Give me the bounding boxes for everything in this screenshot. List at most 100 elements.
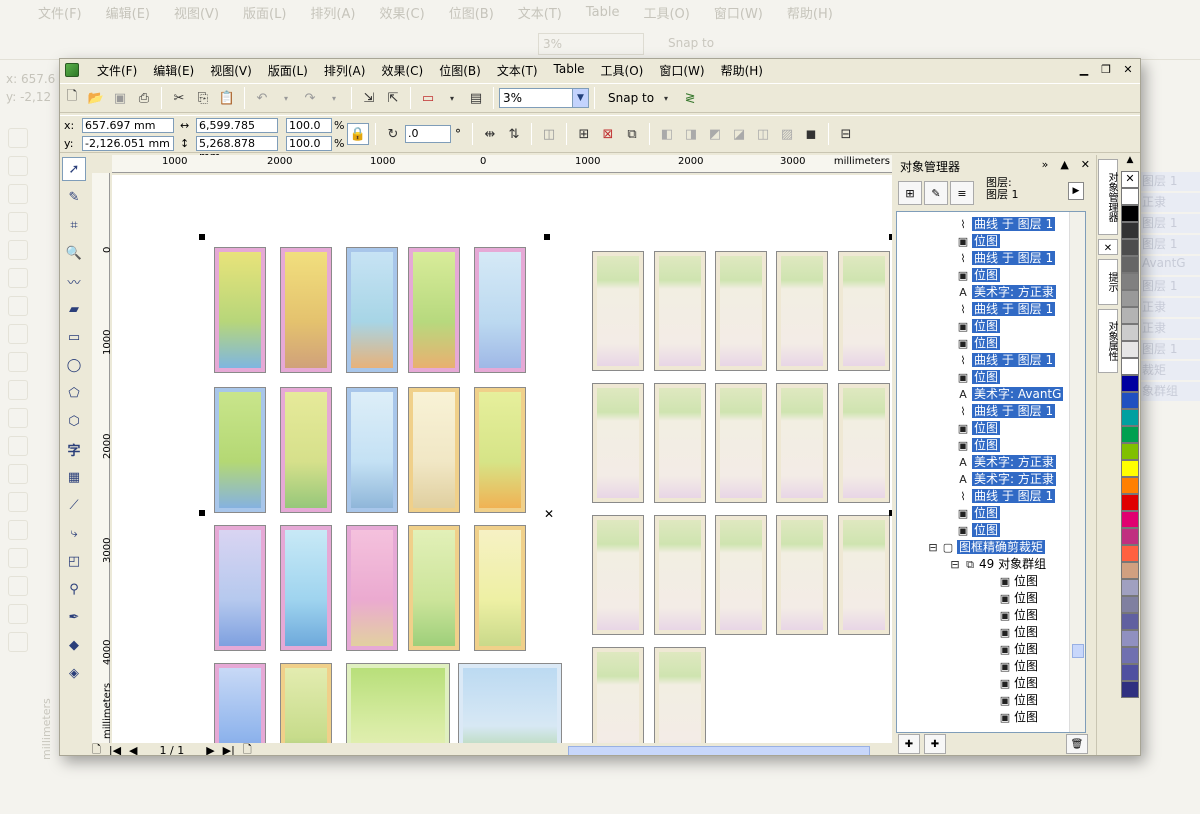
- banner-panel[interactable]: [776, 383, 828, 503]
- basic-shapes-icon[interactable]: ⬡: [62, 409, 86, 433]
- front-minus-back-icon[interactable]: ◫: [752, 123, 774, 145]
- expand-icon[interactable]: »: [1042, 158, 1049, 171]
- object-tree-row[interactable]: ▣ 位图: [999, 624, 1038, 641]
- banner-panel[interactable]: [776, 251, 828, 371]
- first-page-icon[interactable]: |◀: [109, 744, 121, 756]
- selection-handle[interactable]: [889, 234, 892, 240]
- ungroup-all-icon[interactable]: ⊠: [597, 123, 619, 145]
- palette-scroll-up-icon[interactable]: ▲: [1120, 155, 1140, 171]
- eyedropper-icon[interactable]: ⚲: [62, 577, 86, 601]
- object-tree-row[interactable]: ▣ 位图: [999, 573, 1038, 590]
- object-tree-row[interactable]: ▣ 位图: [957, 267, 1001, 284]
- selection-handle[interactable]: [199, 234, 205, 240]
- no-fill-swatch[interactable]: ✕: [1121, 171, 1139, 188]
- tab-object-manager[interactable]: 对象管理器: [1098, 159, 1118, 235]
- outline-tool-icon[interactable]: ✒: [62, 605, 86, 629]
- edit-across-layers-icon[interactable]: ✎: [924, 181, 948, 205]
- object-tree-row[interactable]: ▣ 位图: [999, 692, 1038, 709]
- object-tree-row[interactable]: A 美术字: 方正隶: [957, 471, 1056, 488]
- chevron-down-icon[interactable]: ▼: [572, 89, 588, 107]
- color-swatch[interactable]: [1121, 409, 1139, 426]
- object-tree-row[interactable]: ▣ 位图: [999, 607, 1038, 624]
- banner-panel[interactable]: [838, 383, 890, 503]
- artwork-panel[interactable]: [346, 663, 450, 743]
- banner-panel[interactable]: [654, 647, 706, 743]
- polygon-tool-icon[interactable]: ⬠: [62, 381, 86, 405]
- intersect-icon[interactable]: ◩: [704, 123, 726, 145]
- banner-panel[interactable]: [776, 515, 828, 635]
- object-tree-row[interactable]: ▣ 位图: [957, 233, 1001, 250]
- menu-item-10[interactable]: 窗口(W): [651, 62, 712, 79]
- snap-dropdown-icon[interactable]: ▾: [655, 87, 677, 109]
- artwork-panel[interactable]: [214, 525, 266, 651]
- artwork-panel[interactable]: [346, 387, 398, 513]
- open-icon[interactable]: 📂: [85, 87, 107, 109]
- minimize-icon[interactable]: ▁: [1076, 62, 1092, 77]
- banner-panel[interactable]: [592, 515, 644, 635]
- artwork-panel[interactable]: [280, 525, 332, 651]
- new-layer-icon[interactable]: ✚: [898, 734, 920, 754]
- object-tree-row[interactable]: ▣ 位图: [999, 675, 1038, 692]
- weld-icon[interactable]: ◧: [656, 123, 678, 145]
- menu-item-11[interactable]: 帮助(H): [713, 62, 771, 79]
- page-add-icon[interactable]: 🗋: [92, 741, 101, 756]
- last-page-icon[interactable]: ▶|: [223, 744, 235, 756]
- banner-panel[interactable]: [592, 251, 644, 371]
- object-tree-row[interactable]: ▣ 位图: [957, 522, 1001, 539]
- collapse-icon[interactable]: ▲: [1060, 158, 1068, 171]
- object-tree-row[interactable]: ▣ 位图: [999, 658, 1038, 675]
- object-tree-row[interactable]: ⌇ 曲线 于 图层 1: [957, 301, 1056, 318]
- menu-item-0[interactable]: 文件(F): [89, 62, 145, 79]
- restore-icon[interactable]: ❐: [1098, 62, 1114, 77]
- selection-handle[interactable]: [889, 510, 892, 516]
- cut-icon[interactable]: ✂: [168, 87, 190, 109]
- banner-panel[interactable]: [592, 383, 644, 503]
- artwork-panel[interactable]: [458, 663, 562, 743]
- color-swatch[interactable]: [1121, 239, 1139, 256]
- undo-dropdown-icon[interactable]: ▾: [275, 87, 297, 109]
- import-icon[interactable]: ⇲: [358, 87, 380, 109]
- selection-handle[interactable]: [199, 510, 205, 516]
- height-input[interactable]: 5,268.878 mm: [196, 135, 278, 163]
- artwork-panel[interactable]: [346, 247, 398, 373]
- object-tree-row[interactable]: ▣ 位图: [957, 420, 1001, 437]
- menu-item-6[interactable]: 位图(B): [431, 62, 489, 79]
- rotation-input[interactable]: .0: [405, 125, 451, 143]
- vertical-ruler[interactable]: 0 1000 2000 3000 4000 millimeters: [92, 173, 113, 743]
- close-icon[interactable]: ✕: [1098, 239, 1118, 255]
- color-swatch[interactable]: [1121, 630, 1139, 647]
- banner-panel[interactable]: [715, 251, 767, 371]
- new-document-icon[interactable]: 🗋: [61, 87, 83, 109]
- color-swatch[interactable]: [1121, 681, 1139, 698]
- interactive-blend-icon[interactable]: ◰: [62, 549, 86, 573]
- scale-y-input[interactable]: 100.0: [286, 135, 332, 151]
- object-tree-row[interactable]: ⌇ 曲线 于 图层 1: [957, 216, 1056, 233]
- banner-panel[interactable]: [838, 515, 890, 635]
- color-swatch[interactable]: [1121, 358, 1139, 375]
- launcher-dropdown-icon[interactable]: ▾: [441, 87, 463, 109]
- object-tree-row[interactable]: A 美术字: 方正隶: [957, 284, 1056, 301]
- color-swatch[interactable]: [1121, 392, 1139, 409]
- artwork-panel[interactable]: [280, 663, 332, 743]
- color-swatch[interactable]: [1121, 188, 1139, 205]
- color-swatch[interactable]: [1121, 324, 1139, 341]
- ellipse-tool-icon[interactable]: ◯: [62, 353, 86, 377]
- mirror-vertical-icon[interactable]: ⇅: [503, 123, 525, 145]
- object-tree-row[interactable]: ▣ 位图: [957, 335, 1001, 352]
- dimension-tool-icon[interactable]: ⟋: [62, 493, 86, 517]
- object-tree-row[interactable]: ⌇ 曲线 于 图层 1: [957, 488, 1056, 505]
- menu-item-7[interactable]: 文本(T): [489, 62, 546, 79]
- artwork-panel[interactable]: [474, 525, 526, 651]
- welcome-screen-icon[interactable]: ▤: [465, 87, 487, 109]
- selection-handle[interactable]: [544, 234, 550, 240]
- banner-panel[interactable]: [715, 383, 767, 503]
- object-tree-row[interactable]: ⌇ 曲线 于 图层 1: [957, 250, 1056, 267]
- artwork-panel[interactable]: [214, 663, 266, 743]
- mirror-horizontal-icon[interactable]: ⇹: [479, 123, 501, 145]
- banner-panel[interactable]: [592, 647, 644, 743]
- next-page-icon[interactable]: ▶: [206, 744, 214, 756]
- color-swatch[interactable]: [1121, 290, 1139, 307]
- object-tree-scrollbar[interactable]: [1069, 212, 1085, 732]
- redo-icon[interactable]: ↷: [299, 87, 321, 109]
- color-swatch[interactable]: [1121, 222, 1139, 239]
